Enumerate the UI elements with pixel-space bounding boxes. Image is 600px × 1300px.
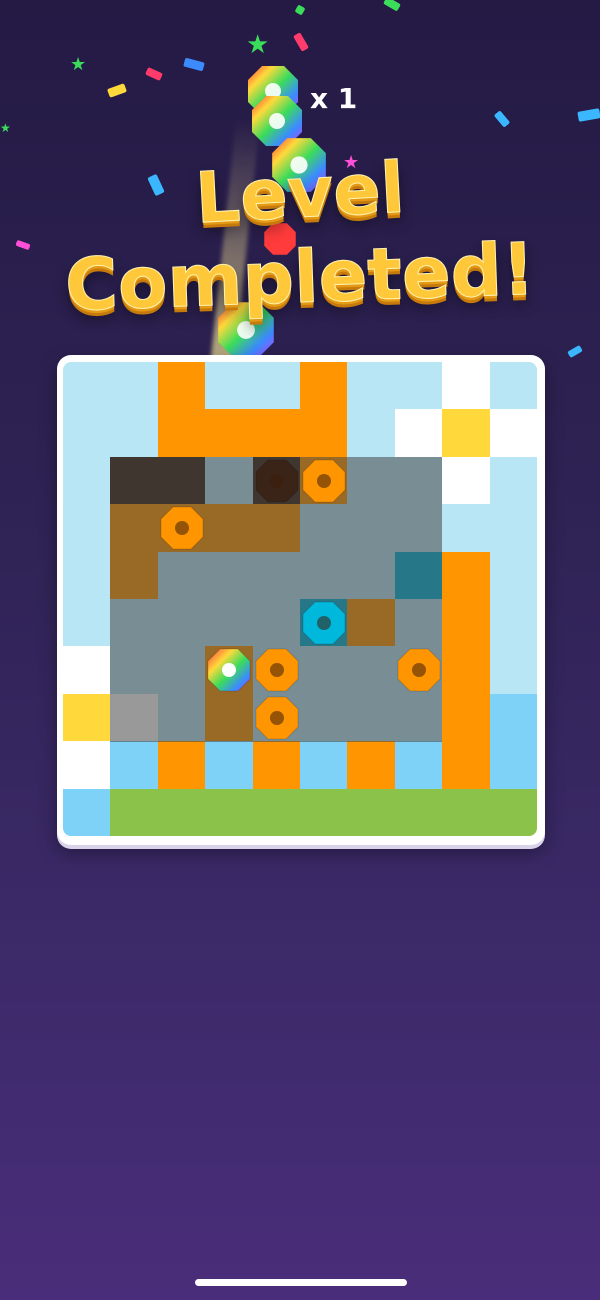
board-cell xyxy=(205,788,253,836)
confetti-piece xyxy=(383,0,401,12)
board-cell xyxy=(110,741,158,789)
board-cell xyxy=(347,362,395,410)
board-cell xyxy=(300,409,348,457)
board-cell xyxy=(300,788,348,836)
confetti-piece xyxy=(493,110,511,128)
board-cell xyxy=(442,504,490,552)
confetti-piece xyxy=(107,83,127,98)
board-cell xyxy=(252,362,300,410)
board-cell xyxy=(157,788,206,836)
nut-rainbow-1-icon[interactable] xyxy=(206,647,252,693)
board-cell xyxy=(63,599,111,647)
board-cell xyxy=(489,551,537,599)
board-cell xyxy=(442,788,490,836)
board-cell xyxy=(110,362,158,410)
board-cell xyxy=(489,504,537,552)
board-cell xyxy=(489,362,537,410)
board-cell xyxy=(489,456,537,505)
confetti-piece xyxy=(183,57,205,72)
nut-orange-2-icon[interactable] xyxy=(159,505,205,551)
nut-dark-1-icon[interactable] xyxy=(254,458,300,504)
board-cell xyxy=(442,693,490,742)
board-cell xyxy=(394,409,443,457)
board-cell xyxy=(110,788,158,836)
board-cell xyxy=(442,409,490,457)
board-cell xyxy=(63,741,111,789)
star-confetti: ★ xyxy=(0,121,11,135)
board-cell xyxy=(63,551,111,599)
board-cell xyxy=(63,362,111,410)
board-cell xyxy=(347,788,395,836)
confetti-piece xyxy=(293,32,309,52)
board-cell xyxy=(489,599,537,647)
star-confetti: ★ xyxy=(70,54,87,75)
board-cell xyxy=(442,741,490,789)
nut-orange-1-icon[interactable] xyxy=(301,458,347,504)
star-confetti: ★ xyxy=(246,30,270,60)
board-cell xyxy=(63,456,111,505)
board-cell xyxy=(442,362,490,410)
board-cell xyxy=(489,693,537,742)
board-cell xyxy=(347,741,395,789)
board-cell xyxy=(205,741,253,789)
board-cell xyxy=(157,362,206,410)
board-cell xyxy=(442,551,490,599)
board-cell xyxy=(63,409,111,457)
multiplier-label: x 1 xyxy=(310,82,358,115)
board-cell xyxy=(489,741,537,789)
board-cell xyxy=(252,409,300,457)
confetti-piece xyxy=(577,108,600,122)
board-cell xyxy=(300,362,348,410)
board-cell xyxy=(157,741,206,789)
board-cell xyxy=(489,788,537,836)
board-cell xyxy=(394,788,443,836)
board-cell xyxy=(442,646,490,694)
board-cell xyxy=(63,788,111,836)
board-cell xyxy=(157,409,206,457)
home-indicator xyxy=(195,1279,407,1286)
confetti-piece xyxy=(294,4,306,16)
board-cell xyxy=(347,409,395,457)
board-cell xyxy=(442,599,490,647)
board-cell xyxy=(394,741,443,789)
board-cell xyxy=(110,409,158,457)
nut-orange-3-icon[interactable] xyxy=(254,647,300,693)
nut-cyan-1-icon[interactable] xyxy=(301,600,347,646)
confetti-piece xyxy=(145,66,163,82)
confetti-piece xyxy=(567,344,583,359)
board-cell xyxy=(394,362,443,410)
nut-orange-4-icon[interactable] xyxy=(396,647,442,693)
board-cell xyxy=(489,646,537,694)
board-cell xyxy=(63,504,111,552)
board-cell xyxy=(63,646,111,694)
board-cell xyxy=(442,456,490,505)
board-cell xyxy=(63,693,111,742)
board-cell xyxy=(300,741,348,789)
board-cell xyxy=(205,362,253,410)
board-cell xyxy=(252,741,300,789)
board-cell xyxy=(252,788,300,836)
board-cell xyxy=(489,409,537,457)
nut-orange-5-icon[interactable] xyxy=(254,695,300,741)
board-cell xyxy=(205,409,253,457)
